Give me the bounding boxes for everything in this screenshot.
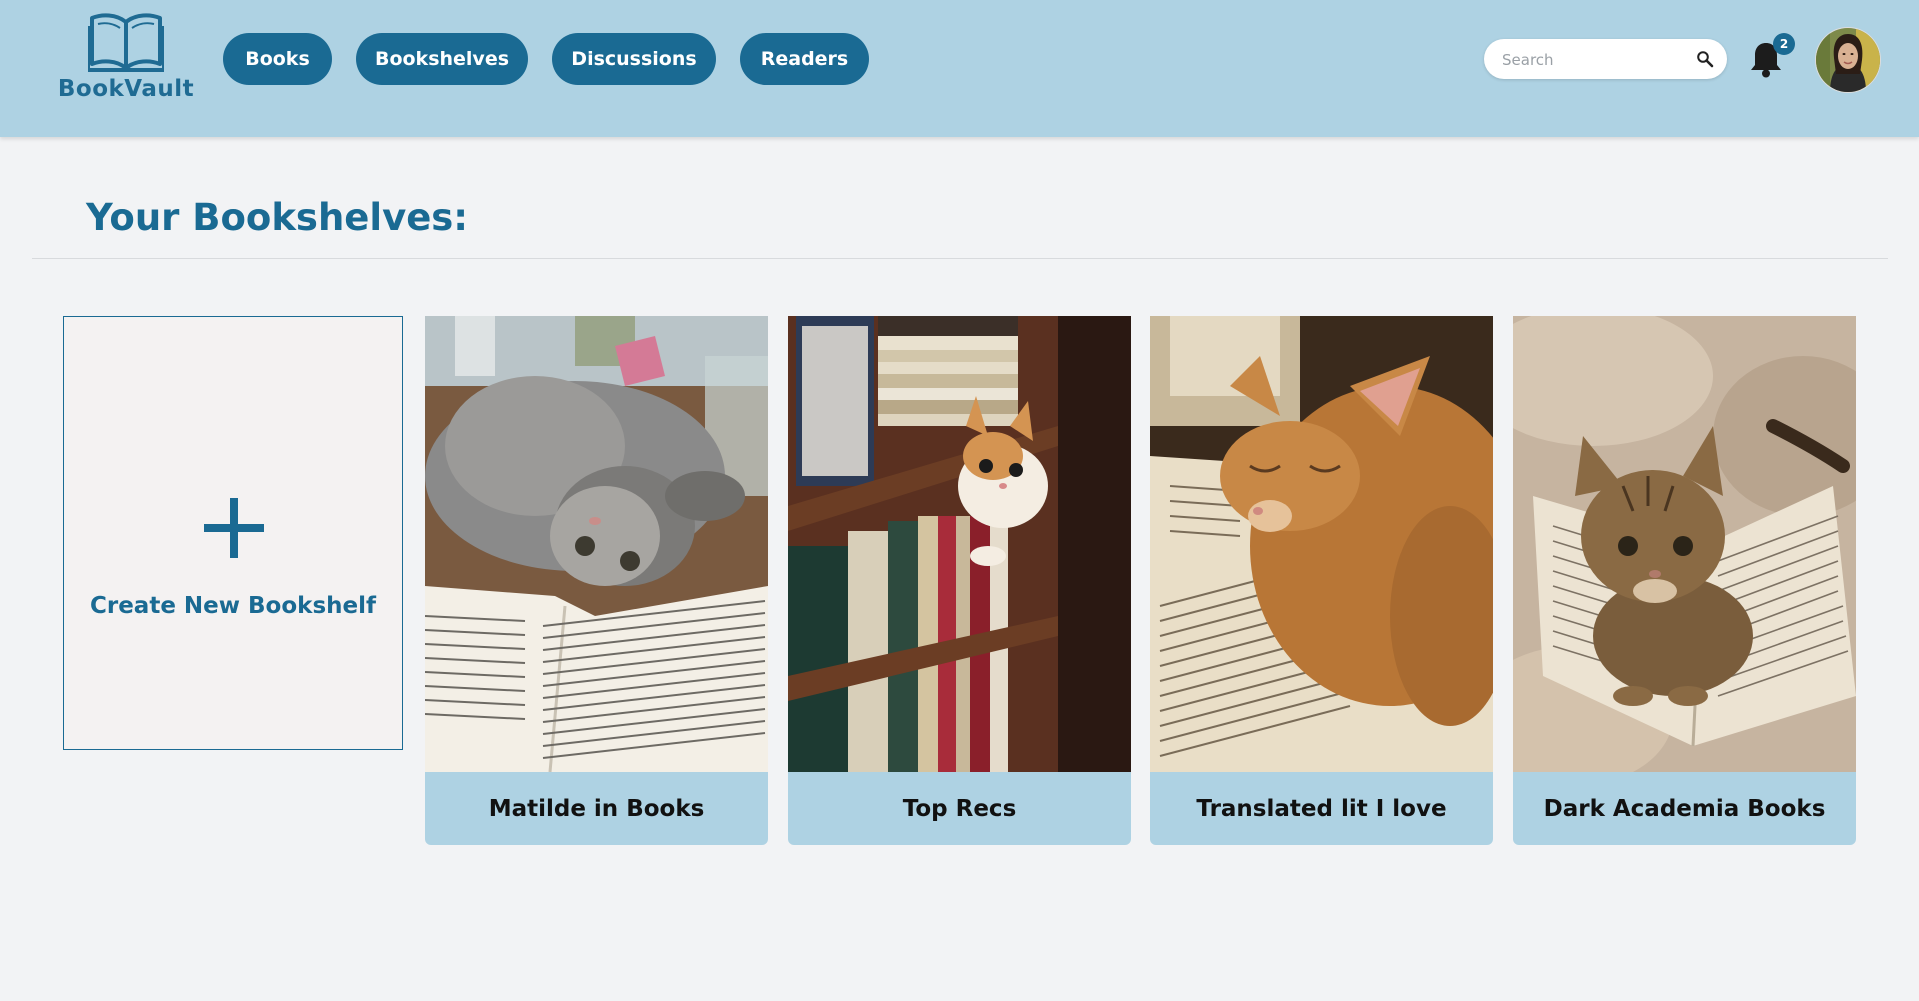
nav-readers-button[interactable]: Readers [740, 33, 869, 85]
app-name: BookVault [57, 76, 195, 102]
bookshelf-photo [425, 316, 768, 772]
avatar-image [1816, 28, 1880, 92]
search-icon[interactable] [1696, 50, 1714, 68]
bookshelf-card[interactable]: Dark Academia Books [1513, 316, 1856, 845]
open-book-icon [88, 13, 164, 72]
search-box [1484, 39, 1727, 81]
bookshelf-card[interactable]: Translated lit I love [1150, 316, 1493, 845]
bookshelf-name: Dark Academia Books [1513, 772, 1856, 845]
app-logo[interactable]: BookVault [56, 10, 196, 110]
plus-icon [204, 498, 264, 558]
bookshelf-card[interactable]: Matilde in Books [425, 316, 768, 845]
search-input[interactable] [1500, 39, 1694, 81]
bookshelf-photo [1150, 316, 1493, 772]
bookshelf-photo [788, 316, 1131, 772]
nav-books-button[interactable]: Books [223, 33, 332, 85]
create-bookshelf-card[interactable]: Create New Bookshelf [63, 316, 403, 750]
notification-badge: 2 [1773, 33, 1795, 55]
nav-bookshelves-button[interactable]: Bookshelves [356, 33, 528, 85]
create-bookshelf-label: Create New Bookshelf [89, 593, 377, 619]
bookshelf-name: Top Recs [788, 772, 1131, 845]
bookshelf-name: Translated lit I love [1150, 772, 1493, 845]
bookshelf-card[interactable]: Top Recs [788, 316, 1131, 845]
bookshelf-name: Matilde in Books [425, 772, 768, 845]
top-header: BookVault Books Bookshelves Discussions … [0, 0, 1919, 137]
avatar[interactable] [1815, 27, 1881, 93]
nav-discussions-button[interactable]: Discussions [552, 33, 716, 85]
page-title: Your Bookshelves: [86, 196, 469, 239]
title-divider [32, 258, 1888, 259]
bookshelf-photo [1513, 316, 1856, 772]
